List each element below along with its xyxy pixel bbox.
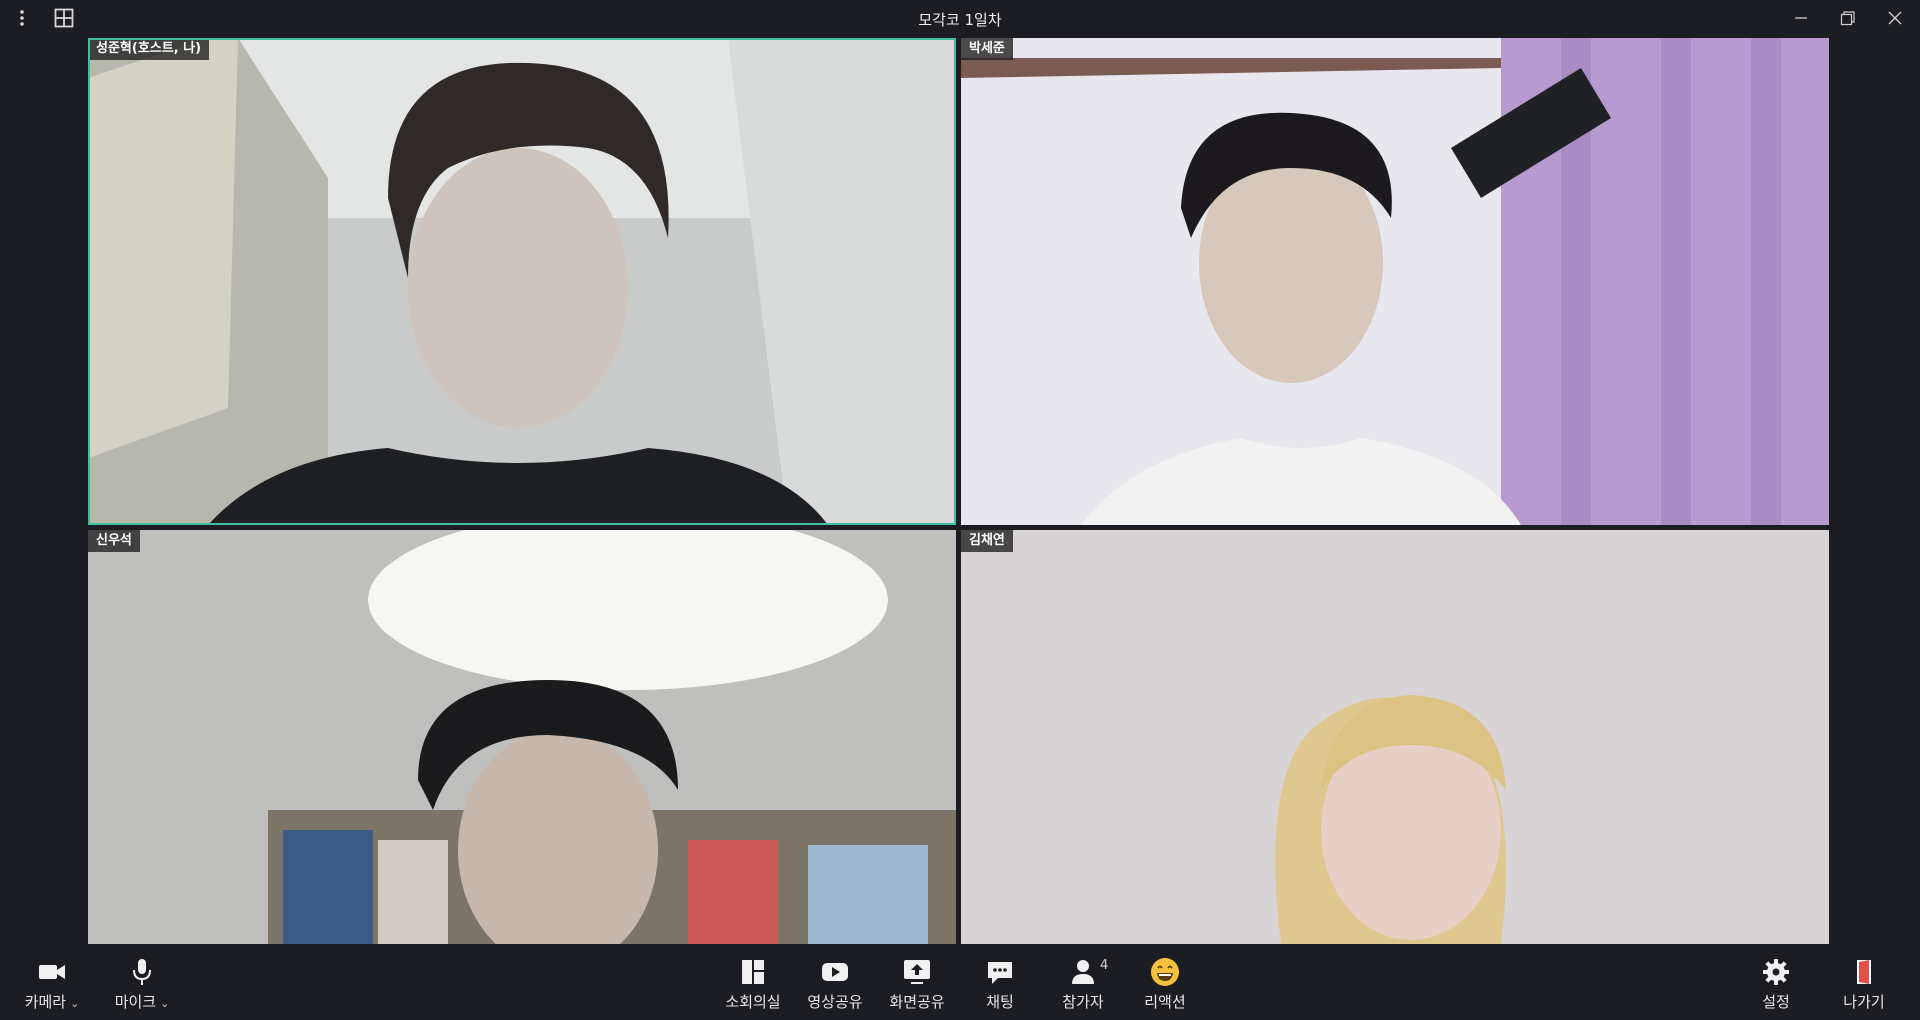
screen-share-icon [901, 956, 933, 988]
video-tile-participant[interactable]: 김채연 [961, 530, 1829, 944]
participant-name-tag: 신우석 [88, 530, 140, 552]
reaction-label: 리액션 [1144, 993, 1186, 1011]
breakout-room-label: 소회의실 [725, 993, 781, 1011]
leave-label: 나가기 [1843, 993, 1885, 1011]
gear-icon [1760, 956, 1792, 988]
chevron-down-icon[interactable]: ⌄ [160, 997, 169, 1010]
close-icon[interactable] [1880, 6, 1910, 30]
participant-name-tag: 박세준 [961, 38, 1013, 60]
smiley-icon [1149, 956, 1181, 988]
window-title: 모각코 1일차 [918, 11, 1002, 29]
chat-bubble-icon [984, 956, 1016, 988]
camera-icon [36, 956, 68, 988]
leave-button[interactable]: 나가기 [1824, 952, 1904, 1012]
person-icon [1067, 956, 1099, 988]
minimize-icon[interactable] [1786, 6, 1816, 30]
breakout-room-icon [737, 956, 769, 988]
participants-button[interactable]: 4 참가자 [1043, 952, 1123, 1012]
video-tile-host[interactable]: 성준혁(호스트, 나) [88, 38, 956, 525]
mic-label: 마이크 [114, 993, 157, 1011]
settings-label: 설정 [1762, 993, 1790, 1011]
layout-grid-icon[interactable] [54, 8, 74, 28]
participant-name-tag: 김채연 [961, 530, 1013, 552]
video-feed [961, 38, 1829, 525]
video-feed [961, 530, 1829, 944]
chevron-down-icon[interactable]: ⌄ [70, 997, 79, 1010]
reaction-button[interactable]: 리액션 [1125, 952, 1205, 1012]
camera-label: 카메라 [24, 993, 67, 1011]
exit-door-icon [1848, 956, 1880, 988]
video-feed [88, 38, 956, 525]
video-share-button[interactable]: 영상공유 [795, 952, 875, 1012]
settings-button[interactable]: 설정 [1736, 952, 1816, 1012]
chat-label: 채팅 [986, 993, 1014, 1011]
camera-button[interactable]: 카메라 ⌄ [12, 952, 92, 1012]
video-feed [88, 530, 956, 944]
chat-button[interactable]: 채팅 [960, 952, 1040, 1012]
microphone-icon [126, 956, 158, 988]
more-options-icon[interactable] [12, 8, 32, 28]
breakout-room-button[interactable]: 소회의실 [713, 952, 793, 1012]
video-share-label: 영상공유 [807, 993, 863, 1011]
meeting-toolbar: 카메라 ⌄ 마이크 ⌄ 소회의실 영상공유 화면공유 채팅 4 참가자 리액션 … [0, 944, 1920, 1020]
participant-name-tag: 성준혁(호스트, 나) [88, 38, 210, 60]
mic-button[interactable]: 마이크 ⌄ [102, 952, 182, 1012]
participants-label: 참가자 [1062, 993, 1104, 1011]
title-bar: 모각코 1일차 [0, 0, 1920, 37]
screen-share-button[interactable]: 화면공유 [877, 952, 957, 1012]
participants-count: 4 [1100, 958, 1109, 973]
video-play-icon [819, 956, 851, 988]
restore-icon[interactable] [1832, 6, 1862, 30]
screen-share-label: 화면공유 [889, 993, 945, 1011]
video-tile-participant[interactable]: 신우석 [88, 530, 956, 944]
video-tile-participant[interactable]: 박세준 [961, 38, 1829, 525]
